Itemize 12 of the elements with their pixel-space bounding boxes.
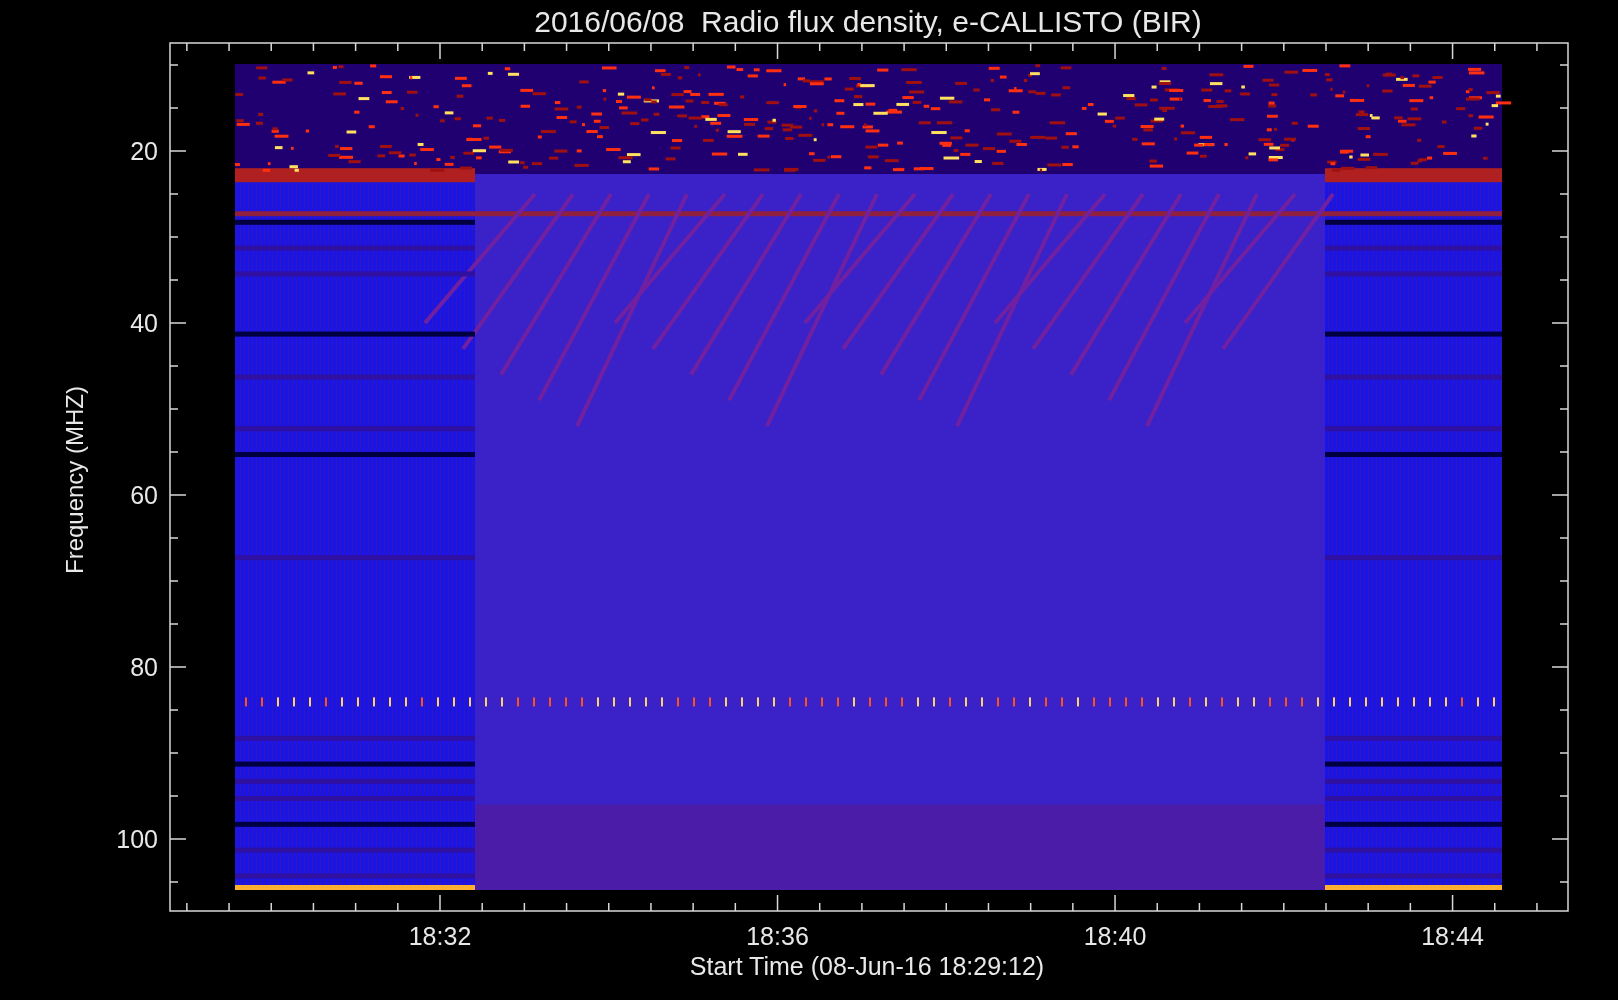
y-tick-label: 80 [130, 653, 158, 681]
y-tick-label: 100 [116, 825, 158, 853]
x-axis-label: Start Time (08-Jun-16 18:29:12) [689, 952, 1045, 980]
y-tick-label: 20 [130, 137, 158, 165]
y-axis-label: Frequency (MHZ) [61, 386, 88, 574]
x-tick-label: 18:36 [746, 922, 809, 950]
x-tick-label: 18:32 [408, 922, 472, 950]
x-tick-label: 18:44 [1421, 922, 1484, 950]
x-tick-label: 18:40 [1083, 922, 1147, 950]
y-tick-label: 40 [130, 309, 158, 337]
y-tick-label: 60 [130, 481, 158, 509]
chart-title: 2016/06/08 Radio flux density, e-CALLISTO (BIR) [534, 5, 1202, 38]
